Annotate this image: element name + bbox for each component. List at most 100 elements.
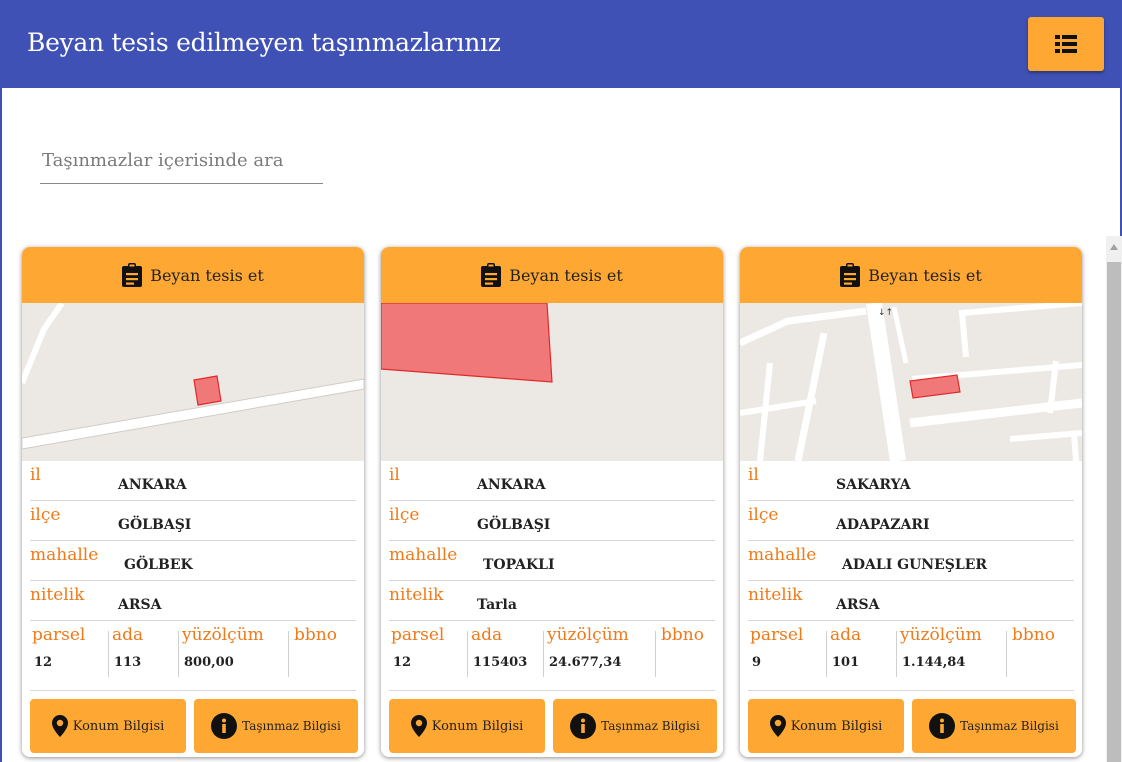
column-divider [655,631,656,677]
parcel-map[interactable]: ↓↑ [740,303,1082,461]
mahalle-label: mahalle [748,545,817,565]
map-marker-icon [769,715,786,737]
ilce-label: ilçe [748,505,779,525]
mahalle-value: ADALI GUNEŞLER [842,557,988,573]
parcel-info-grid: parsel 12 ada 113 yüzölçüm 800,00 bbno [30,621,356,691]
location-info-button[interactable]: Konum Bilgisi [389,699,545,753]
list-view-button[interactable] [1028,17,1104,71]
ilce-value: GÖLBAŞI [477,517,551,533]
yuzolcum-value: 24.677,34 [549,655,622,670]
svg-text:↓↑: ↓↑ [878,308,893,318]
ilce-value: GÖLBAŞI [118,517,192,533]
column-divider [288,631,289,677]
nitelik-label: nitelik [389,585,444,605]
yuzolcum-label: yüzölçüm [547,625,629,645]
declare-button[interactable]: Beyan tesis et [22,247,364,303]
yuzolcum-value: 1.144,84 [902,655,966,670]
ada-value: 101 [832,655,860,670]
location-info-label: Konum Bilgisi [431,718,524,734]
parsel-label: parsel [32,625,86,645]
location-info-label: Konum Bilgisi [72,718,165,734]
scrollbar-thumb[interactable] [1107,262,1121,762]
declare-label: Beyan tesis et [150,265,264,285]
yuzolcum-label: yüzölçüm [182,625,264,645]
bbno-label: bbno [1012,625,1055,645]
declare-label: Beyan tesis et [868,265,982,285]
location-info-button[interactable]: Konum Bilgisi [30,699,186,753]
info-icon [570,713,597,739]
mahalle-value: GÖLBEK [124,557,193,573]
ada-value: 115403 [473,655,528,670]
scroll-up-arrow-icon[interactable] [1106,244,1122,256]
nitelik-value: Tarla [477,597,517,613]
map-marker-icon [51,715,68,737]
ilce-label: ilçe [30,505,61,525]
location-info-label: Konum Bilgisi [790,718,883,734]
property-details: il ANKARA ilçe GÖLBAŞI mahalle TOPAKLI nite… [389,461,715,691]
declare-label: Beyan tesis et [509,265,623,285]
yuzolcum-label: yüzölçüm [900,625,982,645]
map-marker-icon [410,715,427,737]
il-label: il [30,465,41,485]
property-info-label: Taşınmaz Bilgisi [242,719,341,733]
list-icon [1055,35,1077,53]
ada-label: ada [471,625,503,645]
info-icon [211,713,238,739]
declare-button[interactable]: Beyan tesis et [740,247,1082,303]
location-info-button[interactable]: Konum Bilgisi [748,699,904,753]
card-actions: Konum Bilgisi Taşınmaz Bilgisi [389,699,717,755]
nitelik-value: ARSA [118,597,162,613]
clipboard-icon [122,263,143,287]
il-value: SAKARYA [836,477,911,493]
parcel-info-grid: parsel 12 ada 115403 yüzölçüm 24.677,34 bbn… [389,621,715,691]
column-divider [108,631,109,677]
il-label: il [389,465,400,485]
search-field [40,140,323,184]
info-icon [929,713,956,739]
nitelik-label: nitelik [748,585,803,605]
page-title: Beyan tesis edilmeyen taşınmazlarınız [27,28,501,57]
property-info-button[interactable]: Taşınmaz Bilgisi [194,699,358,753]
bbno-label: bbno [294,625,337,645]
parsel-value: 12 [34,655,53,670]
parsel-value: 12 [393,655,412,670]
property-details: il SAKARYA ilçe ADAPAZARI mahalle ADALI GUN… [748,461,1074,691]
column-divider [826,631,827,677]
il-value: ANKARA [477,477,546,493]
ada-value: 113 [114,655,142,670]
card-actions: Konum Bilgisi Taşınmaz Bilgisi [748,699,1076,755]
ada-label: ada [830,625,862,645]
search-input[interactable] [40,140,323,180]
parsel-label: parsel [750,625,804,645]
clipboard-icon [840,263,861,287]
mahalle-value: TOPAKLI [483,557,555,573]
property-card: Beyan tesis et il ANKARA ilçe GÖLBAŞI maha… [381,247,723,757]
property-info-button[interactable]: Taşınmaz Bilgisi [553,699,717,753]
mahalle-label: mahalle [30,545,99,565]
property-info-button[interactable]: Taşınmaz Bilgisi [912,699,1076,753]
parcel-map[interactable] [381,303,723,461]
column-divider [896,631,897,677]
card-actions: Konum Bilgisi Taşınmaz Bilgisi [30,699,358,755]
parcel-map[interactable] [22,303,364,461]
bbno-label: bbno [661,625,704,645]
header-bar: Beyan tesis edilmeyen taşınmazlarınız [0,0,1122,88]
property-details: il ANKARA ilçe GÖLBAŞI mahalle GÖLBEK nitel… [30,461,356,691]
nitelik-value: ARSA [836,597,880,613]
yuzolcum-value: 800,00 [184,655,234,670]
property-card: Beyan tesis et il ANKARA ilçe GÖLBAŞI maha… [22,247,364,757]
clipboard-icon [481,263,502,287]
il-value: ANKARA [118,477,187,493]
ilce-value: ADAPAZARI [836,517,930,533]
il-label: il [748,465,759,485]
column-divider [178,631,179,677]
mahalle-label: mahalle [389,545,458,565]
parsel-value: 9 [752,655,762,670]
property-info-label: Taşınmaz Bilgisi [960,719,1059,733]
declare-button[interactable]: Beyan tesis et [381,247,723,303]
ilce-label: ilçe [389,505,420,525]
nitelik-label: nitelik [30,585,85,605]
scrollbar[interactable] [1106,236,1122,762]
column-divider [467,631,468,677]
property-info-label: Taşınmaz Bilgisi [601,719,700,733]
